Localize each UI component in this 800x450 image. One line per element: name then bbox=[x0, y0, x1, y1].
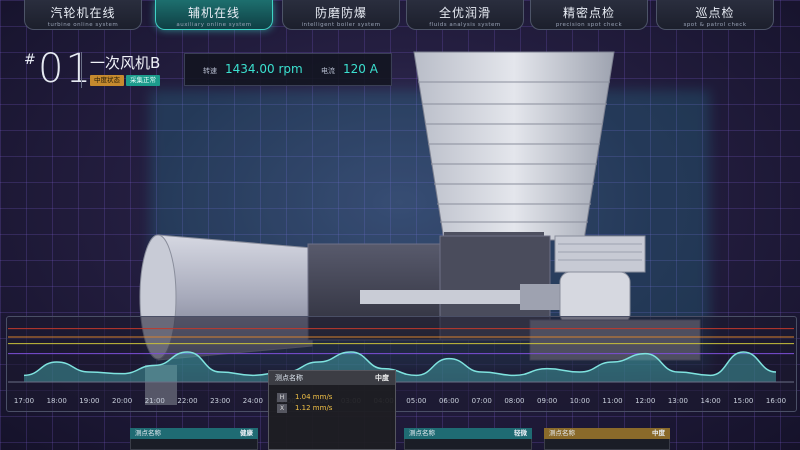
tooltip-title: 测点名称 bbox=[275, 374, 303, 382]
card-status: 轻微 bbox=[514, 429, 527, 437]
x-tick-label: 08:00 bbox=[504, 397, 525, 405]
card-title: 测点名称 bbox=[135, 429, 161, 437]
card-title: 测点名称 bbox=[409, 429, 435, 437]
x-tick-label: 14:00 bbox=[700, 397, 721, 405]
x-tick-label: 06:00 bbox=[438, 397, 460, 405]
tooltip-row-x: X 1.12 mm/s bbox=[277, 404, 332, 413]
x-tick-label: 24:00 bbox=[242, 397, 263, 405]
card-status: 中度 bbox=[652, 429, 665, 437]
x-tick-label: 22:00 bbox=[177, 397, 198, 405]
x-tick-label: 16:00 bbox=[765, 397, 787, 405]
x-tick-label: 18:00 bbox=[46, 397, 67, 405]
x-tick-label: 20:00 bbox=[111, 397, 133, 405]
card-body bbox=[130, 439, 258, 450]
x-tick-label: 05:00 bbox=[406, 397, 427, 405]
card-status: 健康 bbox=[240, 429, 253, 437]
x-tick-label: 12:00 bbox=[635, 397, 656, 405]
x-tick-label: 09:00 bbox=[537, 397, 558, 405]
card-body bbox=[544, 439, 670, 450]
series-area bbox=[24, 352, 776, 382]
tooltip-key: H bbox=[277, 393, 287, 402]
point-card-moderate[interactable]: 测点名称 中度 bbox=[544, 428, 670, 450]
tooltip-value: 1.12 mm/s bbox=[295, 404, 333, 412]
tooltip-key: X bbox=[277, 404, 287, 413]
card-header: 测点名称 健康 bbox=[130, 428, 258, 439]
point-card-minor[interactable]: 测点名称 轻微 bbox=[404, 428, 532, 450]
tooltip-status: 中度 bbox=[375, 374, 389, 382]
point-card-healthy[interactable]: 测点名称 健康 bbox=[130, 428, 258, 450]
card-body bbox=[404, 439, 532, 450]
trend-chart[interactable] bbox=[0, 0, 800, 450]
x-tick-label: 21:00 bbox=[144, 397, 165, 405]
x-tick-label: 10:00 bbox=[569, 397, 590, 405]
x-tick-label: 17:00 bbox=[13, 397, 35, 405]
tooltip-header: 测点名称 中度 bbox=[269, 371, 395, 385]
tooltip-row-h: H 1.04 mm/s bbox=[277, 393, 332, 402]
x-tick-label: 23:00 bbox=[210, 397, 231, 405]
stage: 汽轮机在线 turbine online system 辅机在线 auxilia… bbox=[0, 0, 800, 450]
tooltip: 测点名称 中度 H 1.04 mm/s X 1.12 mm/s bbox=[268, 370, 396, 450]
x-tick-label: 07:00 bbox=[471, 397, 492, 405]
tooltip-value: 1.04 mm/s bbox=[295, 393, 333, 401]
x-tick-label: 13:00 bbox=[667, 397, 688, 405]
card-title: 测点名称 bbox=[549, 429, 575, 437]
x-tick-label: 19:00 bbox=[79, 397, 100, 405]
x-tick-label: 15:00 bbox=[733, 397, 754, 405]
card-header: 测点名称 轻微 bbox=[404, 428, 532, 439]
x-tick-label: 11:00 bbox=[602, 397, 623, 405]
card-header: 测点名称 中度 bbox=[544, 428, 670, 439]
